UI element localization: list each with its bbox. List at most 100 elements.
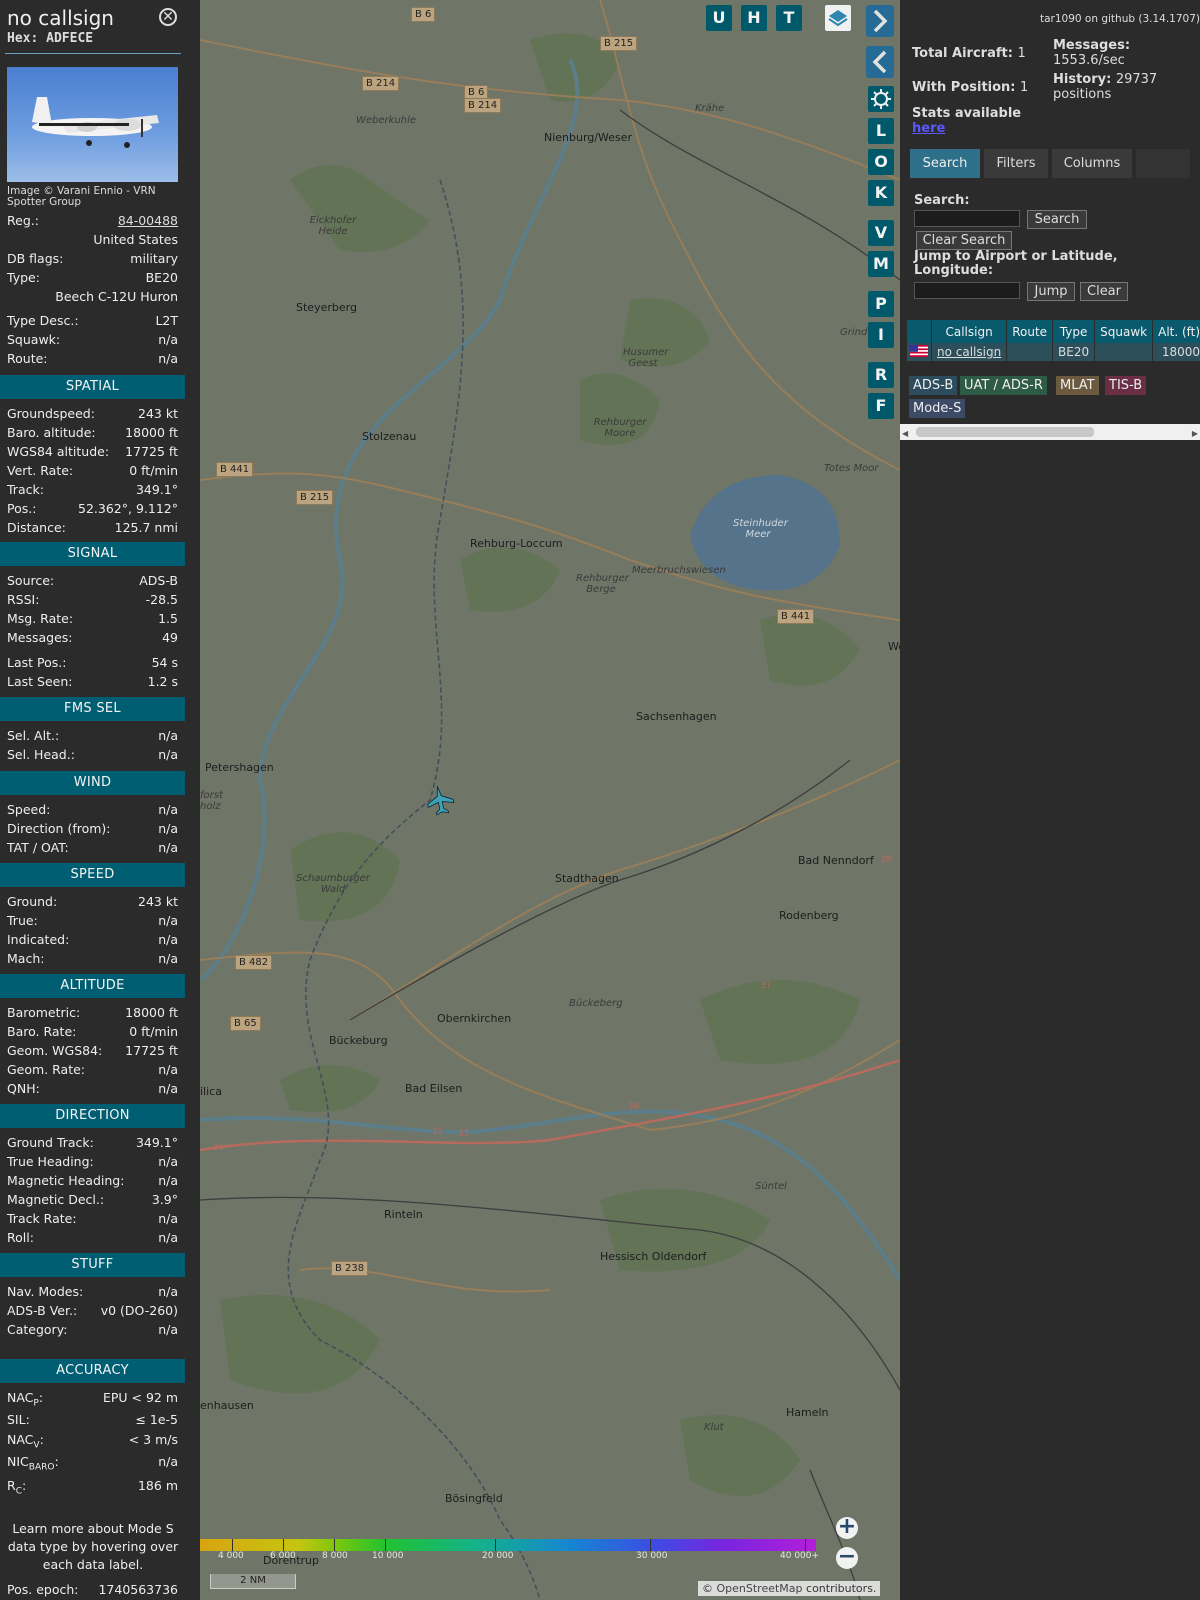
zoom-in-icon[interactable]: +: [836, 1516, 858, 1539]
field-label: Sel. Alt.:: [7, 728, 60, 743]
github-link[interactable]: tar1090 on github (3.14.1707): [1040, 13, 1200, 25]
osm-link[interactable]: OpenStreetMap: [717, 1582, 803, 1595]
toggle-r-button[interactable]: R: [868, 362, 894, 388]
search-input[interactable]: [914, 210, 1020, 227]
table-row[interactable]: no callsign BE20 18000: [907, 343, 1200, 361]
tab-filters[interactable]: Filters: [984, 149, 1048, 178]
place-label: Bad Eilsen: [405, 1082, 463, 1095]
altitude-row: QNH: n/a: [7, 1080, 178, 1098]
toggle-i-button[interactable]: I: [868, 322, 894, 348]
aircraft-info-panel: no callsign Hex: ADFECE ✕ Image © Varani…: [0, 0, 185, 1600]
road-shield: B 215: [296, 490, 334, 505]
direction-row: Magnetic Heading: n/a: [7, 1172, 178, 1190]
motorway-label: 35: [458, 1129, 470, 1139]
place-label: Rehburg-Loccum: [470, 537, 563, 550]
table-hscroll-thumb[interactable]: [916, 427, 1094, 437]
motorway-label: 37: [760, 981, 772, 991]
chevron-left-icon: [872, 50, 887, 74]
flag-column-header[interactable]: [907, 320, 932, 343]
tab-spacer: [1136, 149, 1190, 178]
toggle-p-button[interactable]: P: [868, 291, 894, 317]
registration-link[interactable]: 84-00488: [118, 213, 178, 228]
us-flag-icon: [907, 343, 932, 361]
place-label: Bückeburg: [329, 1034, 388, 1047]
toggle-f-button[interactable]: F: [868, 393, 894, 419]
column-header-squawk[interactable]: Squawk: [1094, 320, 1154, 343]
clear-search-button[interactable]: Clear Search: [916, 231, 1012, 250]
scroll-right-icon[interactable]: ▶: [1192, 429, 1198, 438]
road-shield: B 238: [331, 1261, 369, 1276]
aircraft-photo[interactable]: [7, 67, 178, 182]
toggle-k-button[interactable]: K: [868, 180, 894, 206]
nicbaro-row: NICBARO: n/a: [7, 1454, 178, 1473]
search-button[interactable]: Search: [1027, 210, 1087, 229]
field-label: Groundspeed:: [7, 406, 95, 421]
close-icon[interactable]: ✕: [159, 8, 177, 26]
field-value: n/a: [158, 1211, 178, 1226]
road-shield: B 482: [235, 955, 273, 970]
fms-row: Sel. Head.: n/a: [7, 746, 178, 764]
layers-icon[interactable]: [825, 5, 851, 31]
settings-gear-icon[interactable]: [868, 86, 894, 112]
toggle-t-button[interactable]: T: [776, 5, 802, 31]
colorbar-tick: 30 000: [636, 1551, 668, 1561]
field-label: Ground:: [7, 894, 58, 909]
toggle-l-button[interactable]: L: [868, 118, 894, 144]
section-direction: DIRECTION: [0, 1104, 185, 1128]
rc-row: RC: 186 m: [7, 1478, 178, 1497]
section-altitude: ALTITUDE: [0, 974, 185, 998]
field-label: True Heading:: [7, 1154, 94, 1169]
zoom-out-icon[interactable]: −: [836, 1546, 858, 1569]
spatial-row: Groundspeed: 243 kt: [7, 405, 178, 423]
place-label: Petershagen: [205, 761, 274, 774]
toggle-v-button[interactable]: V: [868, 220, 894, 246]
wind-row: TAT / OAT: n/a: [7, 839, 178, 857]
motorway-label: 34: [212, 1143, 224, 1153]
toggle-u-button[interactable]: U: [706, 5, 732, 31]
column-header-altitude[interactable]: Alt. (ft): [1152, 320, 1200, 343]
tab-search[interactable]: Search: [910, 149, 980, 178]
toggle-m-button[interactable]: M: [868, 251, 894, 277]
field-label: Ground Track:: [7, 1135, 94, 1150]
field-label: Indicated:: [7, 932, 70, 947]
legend-chip: MLAT: [1056, 376, 1099, 395]
tab-columns[interactable]: Columns: [1052, 149, 1132, 178]
stats-label: Stats available: [912, 106, 1022, 121]
column-header-callsign[interactable]: Callsign: [931, 320, 1008, 343]
field-value: 1.2 s: [147, 674, 178, 689]
collapse-sidebar-button[interactable]: [866, 46, 894, 78]
column-header-route[interactable]: Route: [1006, 320, 1054, 343]
map-canvas[interactable]: Nienburg/Weser Steyerberg Stolzenau Rehb…: [200, 0, 900, 1600]
toggle-h-button[interactable]: H: [741, 5, 767, 31]
scroll-left-icon[interactable]: ◀: [902, 429, 908, 438]
stats-link[interactable]: here: [912, 121, 945, 136]
nacv-row: NACV: < 3 m/s: [7, 1432, 178, 1451]
field-label: Distance:: [7, 520, 66, 535]
country-row: United States: [93, 232, 178, 247]
column-header-type[interactable]: Type: [1052, 320, 1096, 343]
legend-chip: UAT / ADS-R: [960, 376, 1047, 395]
jump-input[interactable]: [914, 282, 1020, 299]
field-value: 3.9°: [151, 1192, 178, 1207]
feature-label: Krähe: [695, 103, 725, 114]
field-value: n/a: [158, 1284, 178, 1299]
place-label: Bad Nenndorf: [798, 854, 874, 867]
squawk-row: Squawk: n/a: [7, 332, 178, 347]
place-label: Hameln: [786, 1406, 829, 1419]
spatial-row: Baro. altitude: 18000 ft: [7, 424, 178, 442]
row-callsign[interactable]: no callsign: [931, 343, 1008, 361]
clear-jump-button[interactable]: Clear: [1080, 282, 1128, 301]
section-speed: SPEED: [0, 863, 185, 887]
jump-button[interactable]: Jump: [1027, 282, 1075, 301]
table-hscrollbar[interactable]: ◀ ▶: [900, 424, 1200, 440]
place-label: ilica: [200, 1085, 222, 1098]
toggle-o-button[interactable]: O: [868, 149, 894, 175]
field-label: Msg. Rate:: [7, 611, 74, 626]
feature-label: Steinhuder Meer: [733, 518, 788, 540]
field-value: n/a: [158, 951, 178, 966]
altitude-row: Baro. Rate: 0 ft/min: [7, 1023, 178, 1041]
field-label: Magnetic Decl.:: [7, 1192, 105, 1207]
map-attribution: © OpenStreetMap contributors.: [698, 1581, 881, 1596]
speed-row: Ground: 243 kt: [7, 893, 178, 911]
expand-sidebar-button[interactable]: [866, 5, 894, 37]
